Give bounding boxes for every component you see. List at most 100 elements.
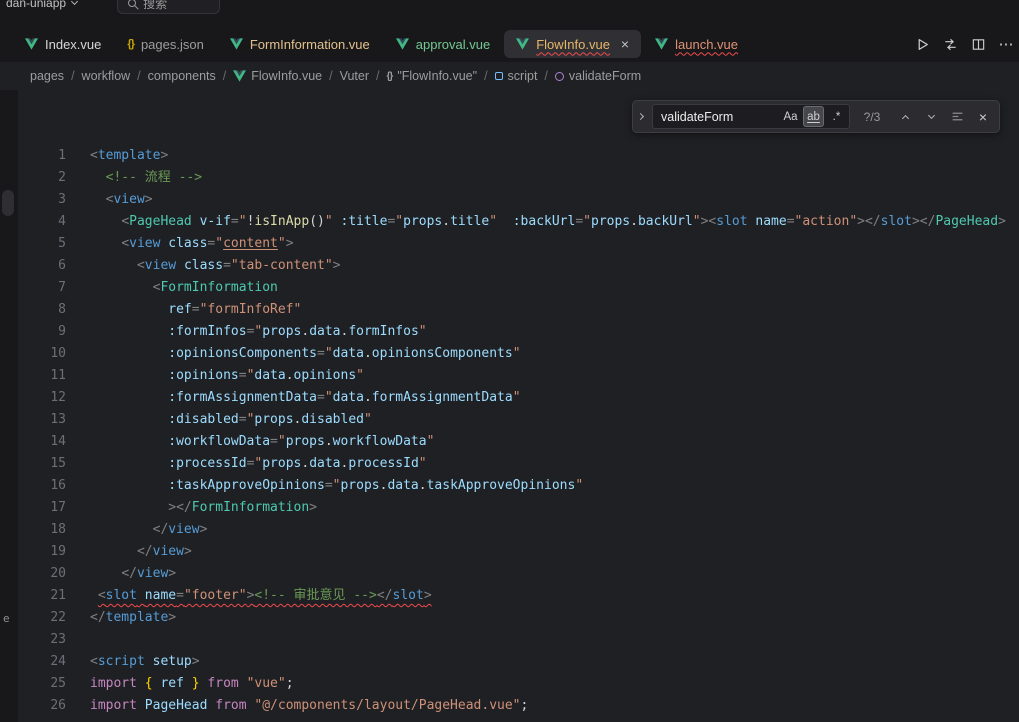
code-line[interactable]: 11 :opinions="data.opinions" bbox=[18, 365, 1019, 387]
tab-pages.json[interactable]: {}pages.json bbox=[115, 30, 215, 58]
left-strip: e bbox=[0, 90, 18, 722]
code-line[interactable]: 1<template> bbox=[18, 145, 1019, 167]
line-number: 3 bbox=[18, 189, 90, 211]
next-match-button[interactable] bbox=[920, 106, 942, 128]
symbol-field-icon bbox=[495, 72, 503, 80]
code-text: <view> bbox=[90, 189, 153, 211]
breadcrumb-label: FlowInfo.vue bbox=[251, 69, 322, 83]
breadcrumb-item[interactable]: pages bbox=[30, 69, 64, 83]
open-changes-button[interactable] bbox=[939, 33, 961, 55]
code-line[interactable]: 22</template> bbox=[18, 607, 1019, 629]
breadcrumb-item[interactable]: {}"FlowInfo.vue" bbox=[387, 69, 478, 83]
find-query: validateForm bbox=[661, 110, 733, 124]
code-text: </view> bbox=[90, 541, 192, 563]
breadcrumb-separator: / bbox=[329, 69, 332, 83]
code-line[interactable]: 2 <!-- 流程 --> bbox=[18, 167, 1019, 189]
toggle-replace-button[interactable] bbox=[633, 101, 648, 132]
folder-label: dan-uniapp bbox=[6, 0, 66, 10]
code-text: :opinions="data.opinions" bbox=[90, 365, 364, 387]
line-number: 16 bbox=[18, 475, 90, 497]
symbol-method-icon bbox=[555, 72, 564, 81]
line-number: 8 bbox=[18, 299, 90, 321]
breadcrumb-item[interactable]: FlowInfo.vue bbox=[233, 69, 322, 83]
vue-icon bbox=[516, 38, 529, 50]
code-text: :disabled="props.disabled" bbox=[90, 409, 372, 431]
tab-FlowInfo.vue[interactable]: FlowInfo.vue× bbox=[504, 30, 641, 58]
code-line[interactable]: 20 </view> bbox=[18, 563, 1019, 585]
code-line[interactable]: 8 ref="formInfoRef" bbox=[18, 299, 1019, 321]
whole-word-button[interactable]: ab bbox=[803, 106, 824, 127]
line-number: 21 bbox=[18, 585, 90, 607]
run-button[interactable] bbox=[911, 33, 933, 55]
code-line[interactable]: 9 :formInfos="props.data.formInfos" bbox=[18, 321, 1019, 343]
open-changes-icon bbox=[943, 37, 958, 52]
code-line[interactable]: 16 :taskApproveOpinions="props.data.task… bbox=[18, 475, 1019, 497]
code-text: :taskApproveOpinions="props.data.taskApp… bbox=[90, 475, 583, 497]
code-line[interactable]: 12 :formAssignmentData="data.formAssignm… bbox=[18, 387, 1019, 409]
breadcrumb-label: pages bbox=[30, 69, 64, 83]
code-line[interactable]: 4 <PageHead v-if="!isInApp()" :title="pr… bbox=[18, 211, 1019, 233]
line-number: 22 bbox=[18, 607, 90, 629]
line-number: 4 bbox=[18, 211, 90, 233]
breadcrumb-label: validateForm bbox=[569, 69, 641, 83]
line-number: 15 bbox=[18, 453, 90, 475]
line-number: 2 bbox=[18, 167, 90, 189]
close-button[interactable]: × bbox=[972, 106, 994, 128]
breadcrumb-item[interactable]: validateForm bbox=[555, 69, 641, 83]
code-line[interactable]: 24<script setup> bbox=[18, 651, 1019, 673]
split-editor-icon bbox=[971, 37, 986, 52]
code-line[interactable]: 3 <view> bbox=[18, 189, 1019, 211]
close-icon[interactable]: × bbox=[621, 37, 629, 51]
split-editor-button[interactable] bbox=[967, 33, 989, 55]
code-line[interactable]: 5 <view class="content"> bbox=[18, 233, 1019, 255]
match-case-button[interactable]: Aa bbox=[780, 106, 801, 127]
tab-Index.vue[interactable]: Index.vue bbox=[13, 30, 113, 58]
code-text: <!-- 流程 --> bbox=[90, 167, 202, 189]
more-actions-button[interactable]: ⋯ bbox=[995, 33, 1017, 55]
previous-match-button[interactable] bbox=[894, 106, 916, 128]
line-number: 5 bbox=[18, 233, 90, 255]
code-line[interactable]: 17 ></FormInformation> bbox=[18, 497, 1019, 519]
find-in-selection-button[interactable] bbox=[946, 106, 968, 128]
breadcrumb-item[interactable]: workflow bbox=[82, 69, 131, 83]
find-options: Aa ab .* bbox=[780, 106, 847, 127]
breadcrumb-item[interactable]: Vuter bbox=[340, 69, 369, 83]
tab-launch.vue[interactable]: launch.vue bbox=[643, 30, 750, 58]
code-line[interactable]: 23 bbox=[18, 629, 1019, 651]
code-line[interactable]: 18 </view> bbox=[18, 519, 1019, 541]
code-text: :opinionsComponents="data.opinionsCompon… bbox=[90, 343, 521, 365]
folder-menu[interactable]: dan-uniapp bbox=[6, 0, 77, 10]
code-line[interactable]: 26import PageHead from "@/components/lay… bbox=[18, 695, 1019, 717]
breadcrumb-separator: / bbox=[223, 69, 226, 83]
breadcrumb-item[interactable]: script bbox=[495, 69, 538, 83]
code-text: <script setup> bbox=[90, 651, 200, 673]
code-text: <slot name="footer"><!-- 审批意见 --></slot> bbox=[90, 585, 432, 607]
tab-label: pages.json bbox=[141, 38, 204, 51]
breadcrumb-separator: / bbox=[137, 69, 140, 83]
line-number: 9 bbox=[18, 321, 90, 343]
vue-icon bbox=[396, 38, 409, 50]
tab-label: Index.vue bbox=[45, 38, 101, 51]
code-line[interactable]: 6 <view class="tab-content"> bbox=[18, 255, 1019, 277]
code-line[interactable]: 7 <FormInformation bbox=[18, 277, 1019, 299]
code-line[interactable]: 25import { ref } from "vue"; bbox=[18, 673, 1019, 695]
tab-FormInformation.vue[interactable]: FormInformation.vue bbox=[218, 30, 382, 58]
code-line[interactable]: 10 :opinionsComponents="data.opinionsCom… bbox=[18, 343, 1019, 365]
left-strip-indicator bbox=[2, 190, 14, 216]
code-line[interactable]: 14 :workflowData="props.workflowData" bbox=[18, 431, 1019, 453]
search-command-center[interactable]: 搜索 bbox=[117, 0, 220, 14]
line-number: 6 bbox=[18, 255, 90, 277]
find-input[interactable]: validateForm Aa ab .* bbox=[652, 104, 850, 129]
code-line[interactable]: 21 <slot name="footer"><!-- 审批意见 --></sl… bbox=[18, 585, 1019, 607]
code-line[interactable]: 19 </view> bbox=[18, 541, 1019, 563]
code-editor[interactable]: 1<template>2 <!-- 流程 -->3 <view>4 <PageH… bbox=[18, 90, 1019, 722]
tab-approval.vue[interactable]: approval.vue bbox=[384, 30, 502, 58]
line-number: 24 bbox=[18, 651, 90, 673]
breadcrumb-item[interactable]: components bbox=[148, 69, 216, 83]
code-text: :formInfos="props.data.formInfos" bbox=[90, 321, 427, 343]
regex-button[interactable]: .* bbox=[826, 106, 847, 127]
titlebar: dan-uniapp 搜索 bbox=[0, 0, 1019, 26]
line-number: 7 bbox=[18, 277, 90, 299]
code-line[interactable]: 15 :processId="props.data.processId" bbox=[18, 453, 1019, 475]
code-line[interactable]: 13 :disabled="props.disabled" bbox=[18, 409, 1019, 431]
